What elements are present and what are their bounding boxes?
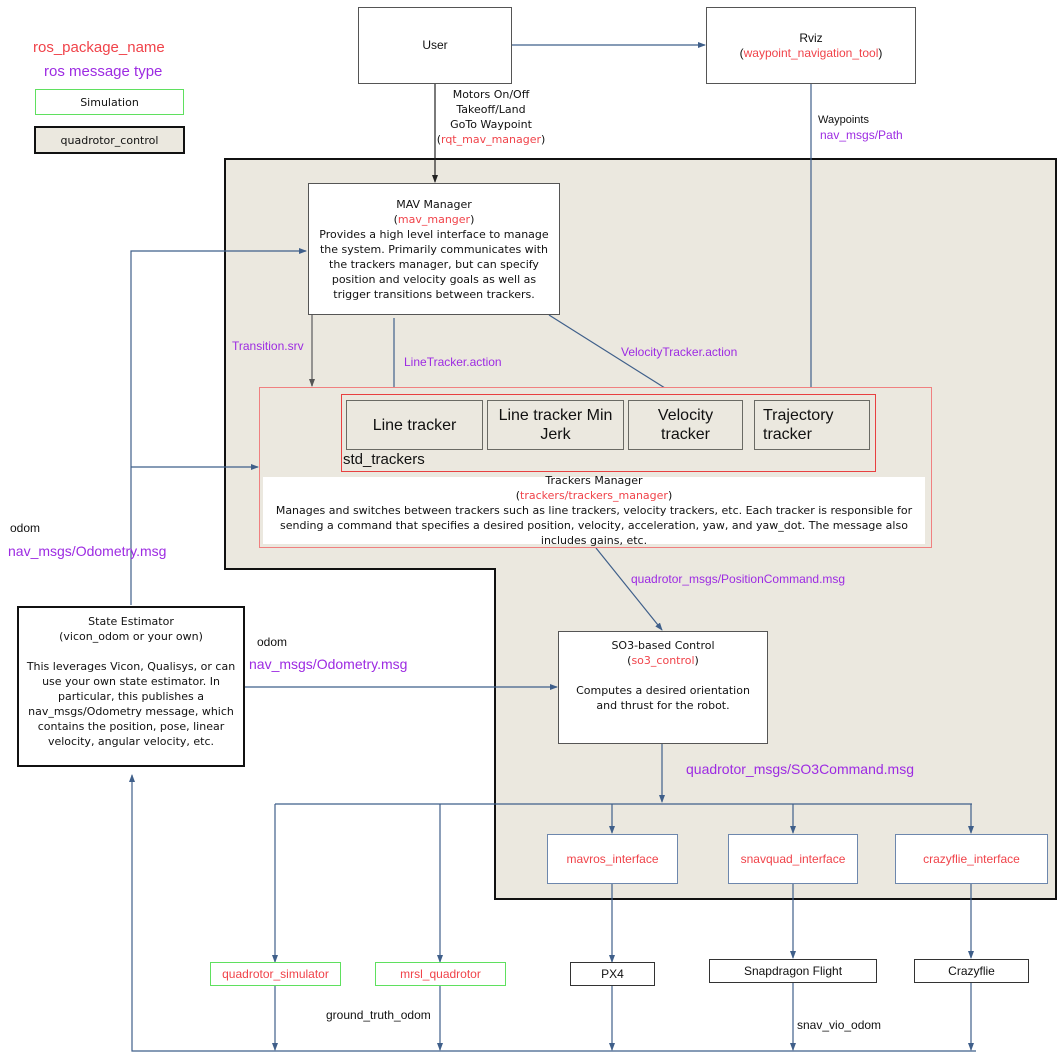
- tracker-line-min-jerk: Line tracker Min Jerk: [487, 400, 624, 450]
- trackers-manager-title: Trackers Manager: [545, 474, 643, 487]
- rviz-node: Rviz (waypoint_navigation_tool): [706, 7, 916, 84]
- snapdragon-flight-node: Snapdragon Flight: [709, 959, 877, 983]
- tracker-line: Line tracker: [346, 400, 483, 450]
- odom-left-msg-label: nav_msgs/Odometry.msg: [8, 543, 167, 559]
- state-estimator-title: State Estimator: [88, 615, 174, 628]
- mav-manager-package: (mav_manger): [393, 212, 475, 226]
- transition-srv-label: Transition.srv: [232, 339, 304, 353]
- trackers-manager-package: (trackers/trackers_manager): [515, 489, 673, 502]
- line-tracker-action-label: LineTracker.action: [404, 355, 502, 369]
- legend-simulation-label: Simulation: [80, 95, 139, 109]
- legend-package-name: ros_package_name: [33, 39, 165, 56]
- waypoints-label: Waypoints: [818, 114, 869, 126]
- so3-control-package: (so3_control): [627, 654, 699, 667]
- legend-message-type: ros message type: [44, 63, 163, 80]
- user-commands-label: Motors On/Off Takeoff/Land GoTo Waypoint…: [436, 88, 546, 146]
- rviz-title: Rviz: [799, 30, 823, 45]
- state-estimator-subtitle: (vicon_odom or your own): [59, 630, 203, 643]
- so3-control-title: SO3-based Control: [611, 639, 715, 652]
- rviz-package: (waypoint_navigation_tool): [739, 45, 883, 60]
- odom-left-label: odom: [10, 521, 41, 535]
- so3-command-label: quadrotor_msgs/SO3Command.msg: [686, 761, 914, 777]
- std-trackers-label: std_trackers: [343, 451, 425, 468]
- region-step-edge: [224, 568, 496, 570]
- legend-simulation: Simulation: [35, 89, 184, 115]
- legend-quadrotor-control-label: quadrotor_control: [60, 133, 159, 147]
- ground-truth-odom-label: ground_truth_odom: [326, 1008, 431, 1022]
- mav-manager-title: MAV Manager: [396, 197, 472, 211]
- user-title: User: [422, 38, 448, 52]
- trackers-manager-description: Manages and switches between trackers su…: [275, 504, 913, 547]
- trackers-manager-info: Trackers Manager (trackers/trackers_mana…: [263, 474, 925, 547]
- state-estimator-node: State Estimator (vicon_odom or your own)…: [17, 606, 245, 767]
- so3-control-description: Computes a desired orientation and thrus…: [576, 684, 750, 712]
- waypoints-msg-label: nav_msgs/Path: [820, 128, 903, 142]
- crazyflie-node: Crazyflie: [914, 959, 1029, 983]
- velocity-tracker-action-label: VelocityTracker.action: [621, 345, 738, 359]
- snavquad-interface-node: snavquad_interface: [728, 834, 858, 884]
- tracker-velocity: Velocity tracker: [628, 400, 743, 450]
- state-estimator-description: This leverages Vicon, Qualisys, or can u…: [26, 660, 236, 748]
- mav-manager-node: MAV Manager (mav_manger) Provides a high…: [308, 183, 560, 315]
- crazyflie-interface-node: crazyflie_interface: [895, 834, 1048, 884]
- so3-control-node: SO3-based Control (so3_control) Computes…: [558, 631, 768, 744]
- snav-vio-odom-label: snav_vio_odom: [797, 1018, 882, 1032]
- quadrotor-simulator-node: quadrotor_simulator: [210, 962, 341, 986]
- mrsl-quadrotor-node: mrsl_quadrotor: [375, 962, 506, 986]
- px4-node: PX4: [570, 962, 655, 986]
- odom-mid-msg-label: nav_msgs/Odometry.msg: [249, 656, 408, 672]
- mavros-interface-node: mavros_interface: [547, 834, 678, 884]
- user-node: User: [358, 7, 512, 84]
- tracker-trajectory: Trajectory tracker: [754, 400, 870, 450]
- legend-quadrotor-control: quadrotor_control: [34, 126, 185, 154]
- region-left-lower-edge: [224, 158, 226, 570]
- mav-manager-description: Provides a high level interface to manag…: [319, 227, 549, 301]
- position-command-label: quadrotor_msgs/PositionCommand.msg: [631, 572, 846, 586]
- odom-mid-label: odom: [257, 635, 288, 649]
